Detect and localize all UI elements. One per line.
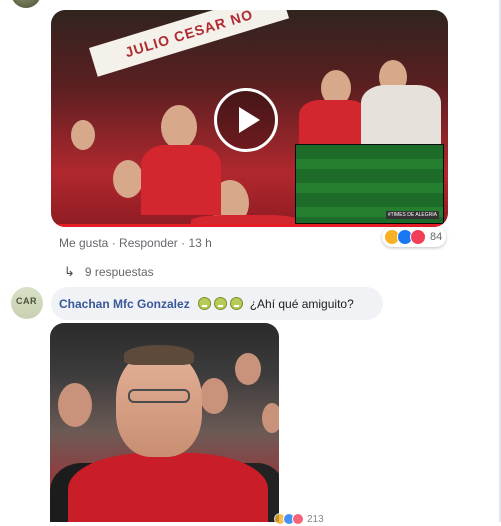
replies-label: 9 respuestas xyxy=(84,265,154,279)
reaction-summary[interactable]: 84 xyxy=(382,227,447,247)
video-thumbnail[interactable]: JULIO CESAR NO #TIMES DE ALEGRIA xyxy=(51,10,448,227)
stadium-banner: JULIO CESAR NO xyxy=(89,10,290,77)
fan-face xyxy=(113,160,143,198)
glasses xyxy=(128,389,190,403)
fan-shirt xyxy=(361,85,441,145)
pip-tag: #TIMES DE ALEGRIA xyxy=(385,211,439,219)
background-fan xyxy=(262,403,279,433)
like-link[interactable]: Me gusta xyxy=(59,236,108,250)
avatar-text: CAR xyxy=(16,296,37,306)
separator: · xyxy=(181,236,186,250)
separator: · xyxy=(111,236,116,250)
nauseated-face-icon xyxy=(197,297,211,310)
background-fan xyxy=(235,353,261,385)
play-icon xyxy=(239,107,260,133)
match-inset-video: #TIMES DE ALEGRIA xyxy=(295,144,444,224)
reply-arrow-icon: ↳ xyxy=(64,264,75,279)
reaction-count: 213 xyxy=(307,513,324,525)
love-reaction-icon xyxy=(410,229,426,245)
love-reaction-icon xyxy=(292,513,304,525)
nauseated-face-icon xyxy=(213,297,227,310)
pitch-stripe xyxy=(296,183,443,193)
background-fan xyxy=(58,383,92,427)
man-hair xyxy=(124,345,194,365)
man-face xyxy=(116,351,202,457)
comment-text: ¿Ahí qué amiguito? xyxy=(249,296,354,311)
comment-bubble: Chachan Mfc Gonzalez ¿Ahí qué amiguito? xyxy=(51,287,383,320)
fan-face xyxy=(161,105,197,149)
fan-shirt xyxy=(141,145,221,215)
reaction-summary-2[interactable]: 213 xyxy=(274,512,324,526)
fan-face xyxy=(71,120,95,150)
avatar[interactable]: CAR xyxy=(11,287,43,319)
fan-shirt xyxy=(299,100,369,150)
reaction-count: 84 xyxy=(430,231,443,243)
reply-link[interactable]: Responder xyxy=(119,236,178,250)
red-jersey xyxy=(68,453,268,522)
comment-author[interactable]: Chachan Mfc Gonzalez xyxy=(59,297,190,311)
play-button[interactable] xyxy=(214,88,278,152)
view-replies-link[interactable]: ↳ 9 respuestas xyxy=(64,264,154,280)
nauseated-face-icon xyxy=(229,297,243,310)
comment-actions: Me gusta · Responder · 13 h xyxy=(59,236,212,250)
comment-photo[interactable] xyxy=(50,323,279,522)
background-fan xyxy=(200,378,228,414)
previous-avatar[interactable] xyxy=(11,0,41,8)
pitch-stripe xyxy=(296,159,443,169)
comment-time[interactable]: 13 h xyxy=(188,236,211,250)
